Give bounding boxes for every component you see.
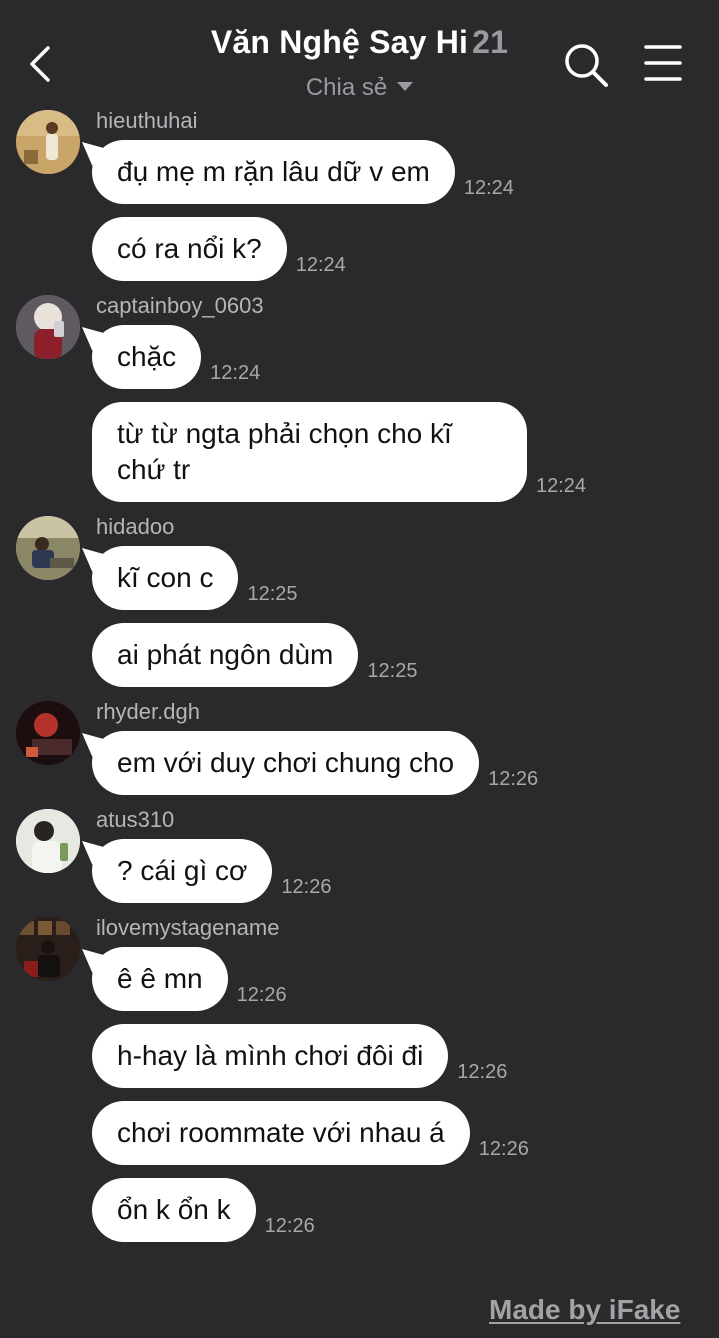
message-time: 12:24 bbox=[463, 177, 514, 199]
member-count: 21 bbox=[472, 24, 509, 60]
message-row: em với duy chơi chung cho 12:26 bbox=[92, 731, 719, 795]
sender-name: ilovemystagename bbox=[96, 915, 280, 940]
message-time: 12:24 bbox=[536, 475, 587, 497]
message-time: 12:24 bbox=[210, 362, 261, 384]
message-row: đụ mẹ m rặn lâu dữ v em 12:24 bbox=[92, 140, 719, 204]
message-group: atus310 ? cái gì cơ 12:26 bbox=[0, 807, 719, 903]
message-row: ? cái gì cơ 12:26 bbox=[92, 839, 719, 903]
message-bubble[interactable]: kĩ con c bbox=[92, 546, 239, 610]
chat-subtitle[interactable]: Chia sẻ bbox=[0, 74, 719, 102]
message-row: chơi roommate với nhau á 12:26 bbox=[92, 1101, 719, 1165]
watermark: Made by iFake bbox=[489, 1294, 681, 1325]
message-group: hidadoo kĩ con c 12:25 ai phát ngôn dùm 12:2… bbox=[0, 514, 719, 687]
message-bubble[interactable]: ? cái gì cơ bbox=[92, 839, 273, 903]
subtitle-label: Chia sẻ bbox=[305, 74, 388, 101]
message-row: từ từ ngta phải chọn cho kĩ chứ tr 12:24 bbox=[92, 402, 719, 502]
chat-header: Văn Nghệ Say Hi 21 Chia sẻ bbox=[0, 0, 719, 110]
avatar-atus[interactable] bbox=[16, 809, 80, 873]
message-row: ê ê mn 12:26 bbox=[92, 947, 719, 1011]
group-name: Văn Nghệ Say Hi bbox=[210, 24, 469, 60]
avatar-hieuthuhai[interactable] bbox=[16, 110, 80, 174]
message-row: kĩ con c 12:25 bbox=[92, 546, 719, 610]
message-list[interactable]: hieuthuhai đụ mẹ m rặn lâu dữ v em 12:24 có… bbox=[0, 108, 719, 1256]
search-icon[interactable] bbox=[563, 42, 609, 88]
message-group: ilovemystagename ê ê mn 12:26 h-hay là mình… bbox=[0, 915, 719, 1242]
message-time: 12:26 bbox=[488, 768, 539, 790]
message-row: h-hay là mình chơi đôi đi 12:26 bbox=[92, 1024, 719, 1088]
message-time: 12:26 bbox=[281, 876, 332, 898]
message-bubble[interactable]: chặc bbox=[92, 325, 202, 389]
message-time: 12:26 bbox=[457, 1061, 508, 1083]
message-bubble[interactable]: ê ê mn bbox=[92, 947, 228, 1011]
chevron-down-icon bbox=[397, 82, 414, 92]
avatar-ilovemystagename[interactable] bbox=[16, 917, 80, 981]
avatar-captainboy[interactable] bbox=[16, 295, 80, 359]
message-bubble[interactable]: h-hay là mình chơi đôi đi bbox=[92, 1024, 449, 1088]
message-row: chặc 12:24 bbox=[92, 325, 719, 389]
avatar-rhyder[interactable] bbox=[16, 701, 80, 765]
message-row: ổn k ổn k 12:26 bbox=[92, 1178, 719, 1242]
message-time: 12:24 bbox=[295, 254, 346, 276]
avatar-hidadoo[interactable] bbox=[16, 516, 80, 580]
sender-name: rhyder.dgh bbox=[96, 699, 200, 724]
message-bubble[interactable]: em với duy chơi chung cho bbox=[92, 731, 480, 795]
hamburger-menu-icon[interactable] bbox=[644, 44, 682, 82]
message-time: 12:26 bbox=[236, 984, 287, 1006]
message-bubble[interactable]: từ từ ngta phải chọn cho kĩ chứ tr bbox=[92, 402, 527, 502]
message-group: captainboy_0603 chặc 12:24 từ từ ngta phải … bbox=[0, 293, 719, 502]
message-bubble[interactable]: đụ mẹ m rặn lâu dữ v em bbox=[92, 140, 455, 204]
sender-name: hidadoo bbox=[96, 514, 175, 539]
message-time: 12:26 bbox=[478, 1138, 529, 1160]
message-time: 12:25 bbox=[367, 660, 418, 682]
sender-name: atus310 bbox=[96, 807, 175, 832]
message-bubble[interactable]: ai phát ngôn dùm bbox=[92, 623, 359, 687]
sender-name: captainboy_0603 bbox=[96, 293, 264, 318]
message-bubble[interactable]: ổn k ổn k bbox=[92, 1178, 256, 1242]
message-time: 12:25 bbox=[247, 583, 298, 605]
message-bubble[interactable]: chơi roommate với nhau á bbox=[92, 1101, 470, 1165]
message-group: hieuthuhai đụ mẹ m rặn lâu dữ v em 12:24 có… bbox=[0, 108, 719, 281]
message-row: có ra nổi k? 12:24 bbox=[92, 217, 719, 281]
chat-title[interactable]: Văn Nghệ Say Hi 21 bbox=[0, 24, 719, 61]
message-group: rhyder.dgh em với duy chơi chung cho 12:26 bbox=[0, 699, 719, 795]
message-time: 12:26 bbox=[264, 1215, 315, 1237]
message-row: ai phát ngôn dùm 12:25 bbox=[92, 623, 719, 687]
sender-name: hieuthuhai bbox=[96, 108, 198, 133]
message-bubble[interactable]: có ra nổi k? bbox=[92, 217, 287, 281]
